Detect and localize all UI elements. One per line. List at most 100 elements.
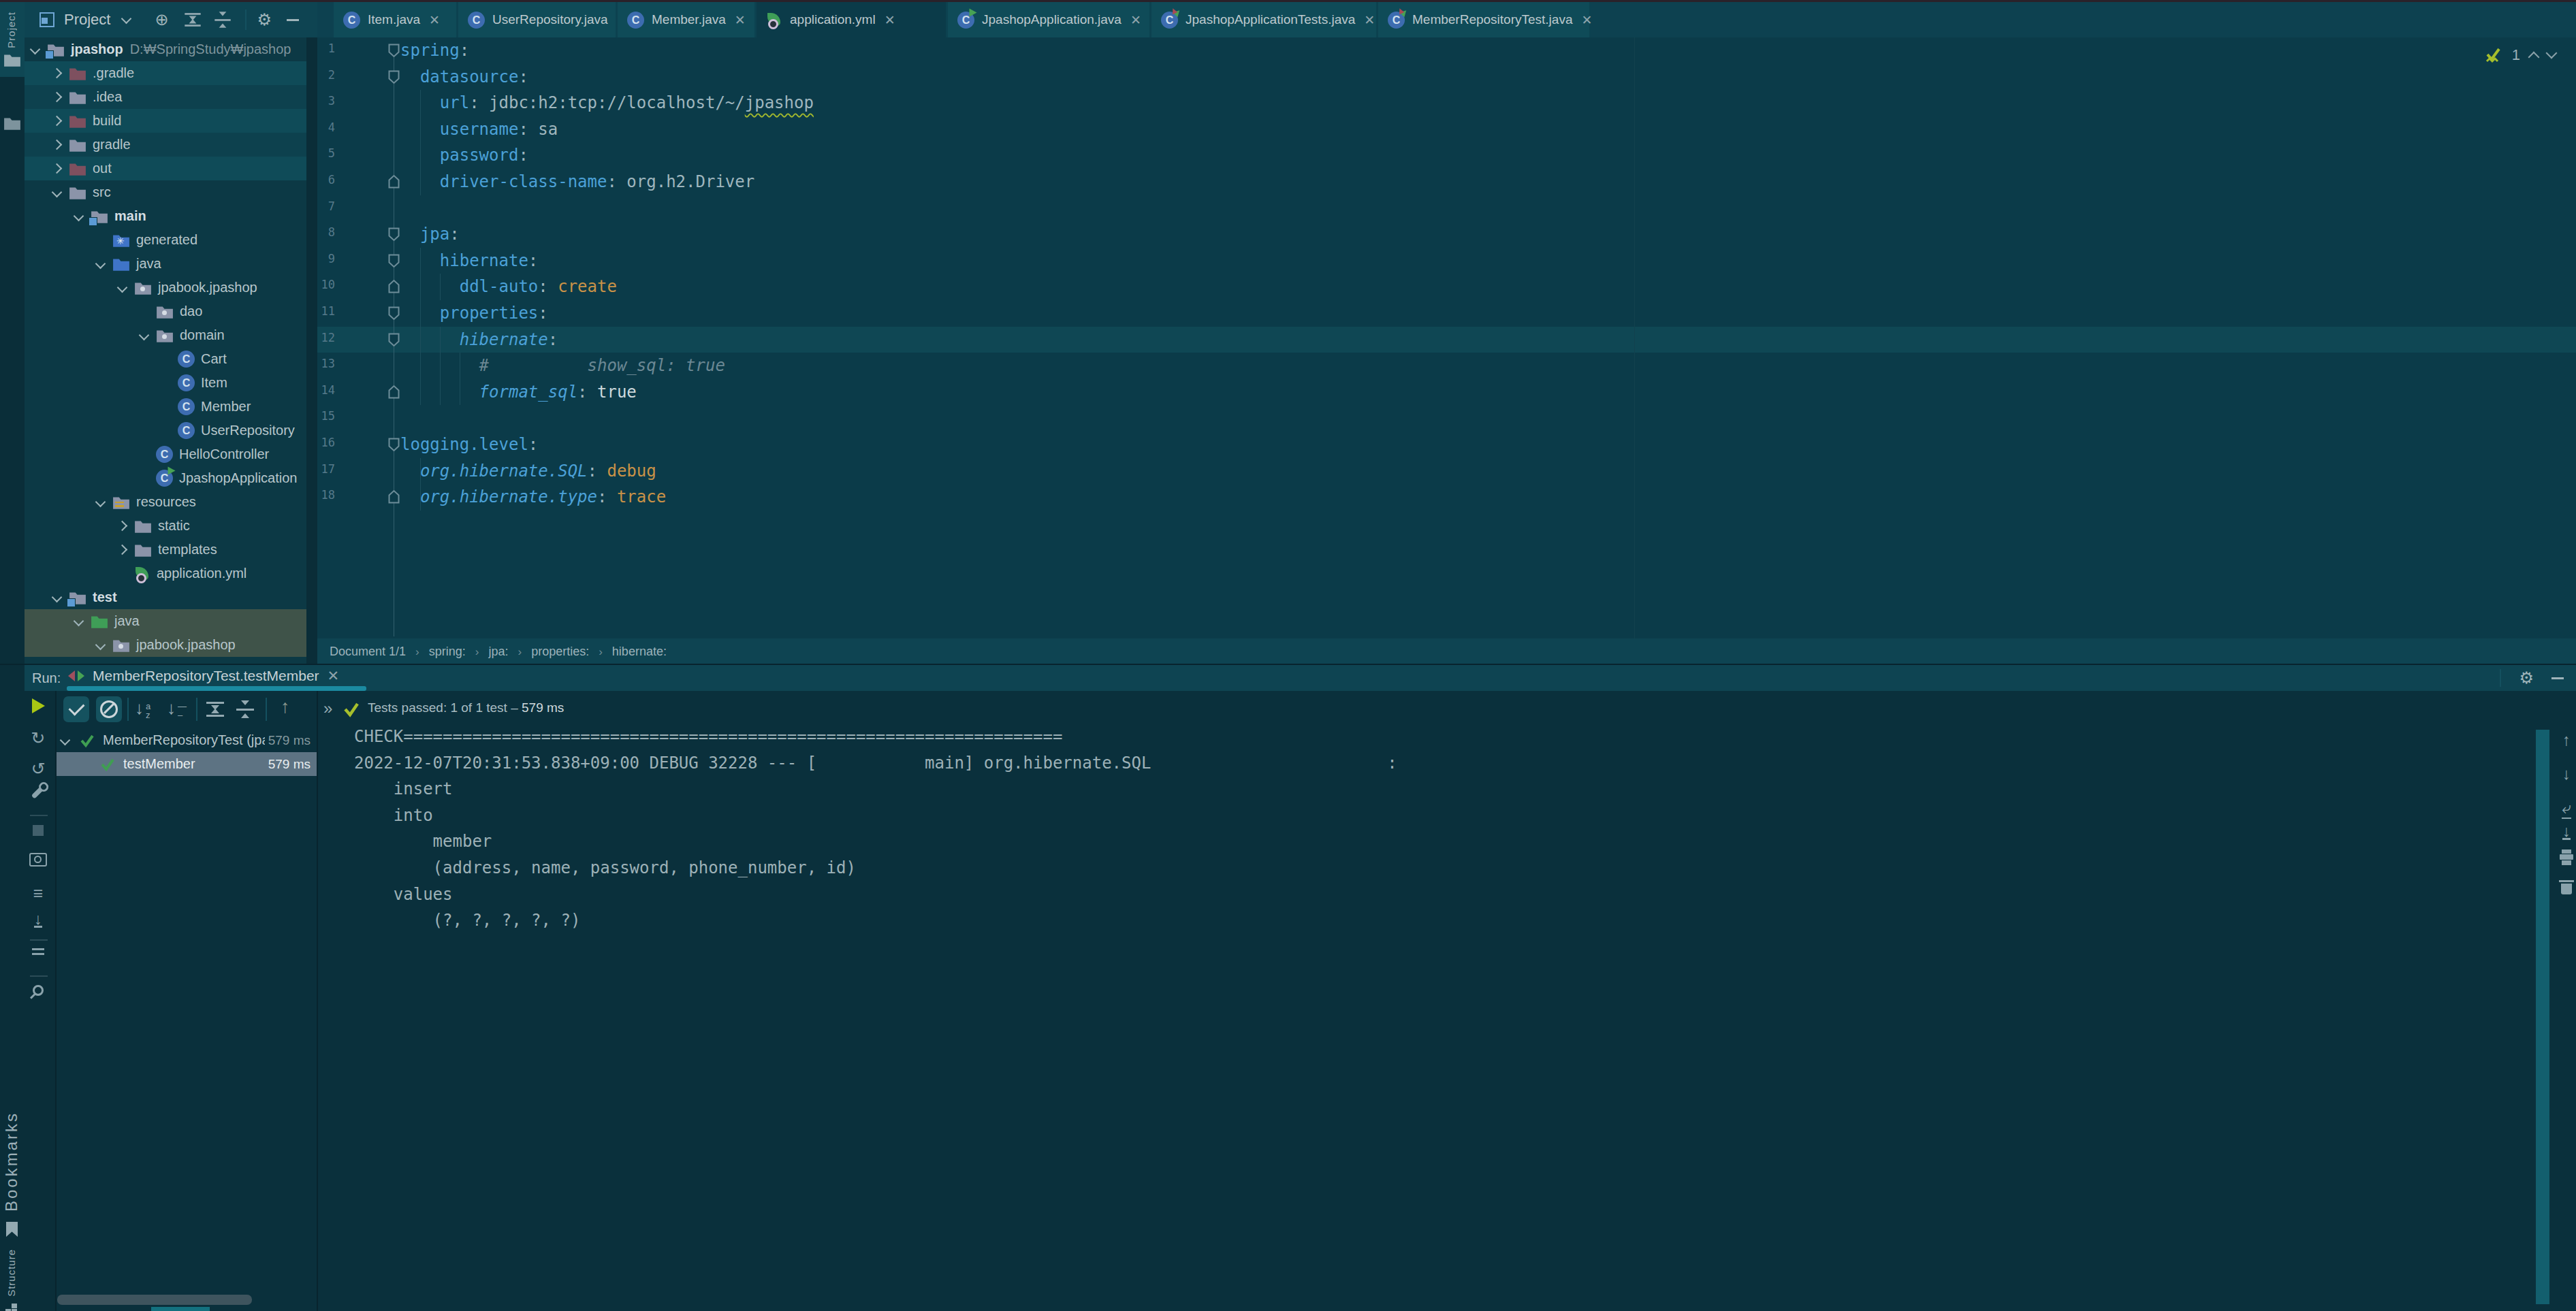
breadcrumb-item[interactable]: spring: [429,645,466,659]
project-tree-row-HelloController[interactable]: CHelloController [25,442,306,466]
project-tree-row-main[interactable]: main [25,204,306,228]
fold-close-icon[interactable] [387,174,400,192]
locate-icon[interactable]: ⊕ [155,10,168,29]
chevron-down-icon[interactable] [30,44,41,55]
run-console[interactable]: »Tests passed: 1 of 1 test – 579 msCHECK… [317,691,2576,1311]
fold-close-icon[interactable] [387,385,400,402]
fold-open-icon[interactable] [387,306,400,323]
project-tree-row-.idea[interactable]: .idea [25,85,306,109]
navigate-up-icon[interactable]: ↑ [281,696,290,717]
tab-close-icon[interactable]: ✕ [1130,12,1141,28]
rerun-failed-icon[interactable]: ↻ [25,728,52,748]
project-tree-row-build[interactable]: build [25,109,306,133]
chevron-down-icon[interactable] [95,259,106,270]
settings-wrench-icon[interactable] [25,790,52,794]
breadcrumb-item[interactable]: jpa: [488,645,508,659]
run-tab-close-icon[interactable]: ✕ [328,668,340,684]
stripe-button-bookmarks[interactable]: Bookmarks [0,1109,25,1242]
collapse-all-icon[interactable] [214,12,230,27]
project-tree-row-Item[interactable]: CItem [25,371,306,395]
expand-all-icon[interactable] [185,12,200,27]
editor-tab-UserRepository.java[interactable]: CUserRepository.java✕ [458,2,617,37]
stripe-secondary-folder-icon[interactable] [3,116,21,131]
project-tree-row-jpabook.jpashop[interactable]: jpabook.jpashop [25,633,306,657]
project-tree-row-.gradle[interactable]: .gradle [25,61,306,85]
chevron-down-icon[interactable] [60,735,71,746]
console-scrollbar[interactable] [2536,730,2549,1304]
expand-all-icon[interactable] [206,700,224,718]
tab-close-icon[interactable]: ✕ [885,12,895,28]
chevron-right-icon[interactable] [52,92,63,103]
chevron-right-icon[interactable] [117,521,128,532]
run-tab[interactable]: MemberRepositoryTest.testMember ✕ [68,665,339,686]
test-tree-row-testMember[interactable]: testMember579 ms [56,752,317,776]
project-tree-row-resources[interactable]: resources [25,490,306,514]
chevron-down-icon[interactable] [74,616,84,627]
project-tree-row-JpashopApplication[interactable]: CJpashopApplication [25,466,306,490]
fold-close-icon[interactable] [387,279,400,297]
project-tree-row-java[interactable]: java [25,609,306,633]
import-tests-icon[interactable]: ↓ [25,912,52,928]
inspections-widget[interactable]: 1 [2483,46,2556,65]
sort-alphabetically-icon[interactable]: ↓az [135,698,144,719]
chevron-right-icon[interactable] [52,68,63,79]
panel-divider[interactable] [306,37,317,665]
project-tree-row-UserRepository[interactable]: CUserRepository [25,419,306,442]
fold-open-icon[interactable] [387,43,400,61]
editor-tab-JpashopApplication.java[interactable]: CJpashopApplication.java✕ [948,2,1151,37]
run-settings-gear-icon[interactable]: ⚙ [2519,668,2534,687]
more-icon[interactable]: » [323,699,332,718]
project-tree-row-src[interactable]: src [25,180,306,204]
print-icon[interactable] [2555,854,2576,860]
scroll-to-end-icon[interactable]: ↓ [2555,824,2576,840]
editor-pane[interactable]: 1spring:2 datasource:3 url: jdbc:h2:tcp:… [317,37,2576,638]
show-passed-button[interactable] [63,696,89,722]
tab-close-icon[interactable]: ✕ [429,12,440,28]
chevron-down-icon[interactable] [74,211,84,222]
run-splitter[interactable] [0,664,2576,665]
project-tree-row-java[interactable]: java [25,252,306,276]
tab-close-icon[interactable]: ✕ [735,12,746,28]
project-tree-row-domain[interactable]: domain [25,323,306,347]
editor-tab-application.yml[interactable]: application.yml✕ [757,2,947,37]
chevron-down-icon[interactable] [52,592,63,603]
fold-open-icon[interactable] [387,437,400,455]
run-panel-divider[interactable] [317,691,318,1311]
chevron-down-icon[interactable] [95,497,106,508]
hide-icon[interactable] [287,19,299,21]
project-tree-row-dao[interactable]: dao [25,300,306,323]
editor-tab-Item.java[interactable]: CItem.java✕ [334,2,458,37]
filter-icon[interactable]: ≡ [25,884,52,903]
fold-open-icon[interactable] [387,332,400,350]
breadcrumb-item[interactable]: Document 1/1 [330,645,406,659]
fold-close-icon[interactable] [387,489,400,507]
prev-problem-icon[interactable] [2528,52,2540,63]
project-tree-row-static[interactable]: static [25,514,306,538]
editor-tab-Member.java[interactable]: CMember.java✕ [618,2,756,37]
project-header-title[interactable]: Project [64,11,110,29]
clear-all-icon[interactable] [2555,880,2576,894]
chevron-right-icon[interactable] [52,140,63,150]
tab-close-icon[interactable]: ✕ [1581,12,1592,28]
project-tree-row-jpashop[interactable]: jpashopD:₩SpringStudy₩jpashop [25,37,306,61]
settings-gear-icon[interactable]: ⚙ [257,10,272,29]
soft-wrap-icon[interactable]: ⤶ [2555,798,2576,819]
chevron-down-icon[interactable] [117,282,128,293]
stop-icon[interactable] [25,825,52,836]
test-tree-row-MemberRepositoryTest (jpab[interactable]: MemberRepositoryTest (jpab579 ms [56,728,317,752]
editor-tab-MemberRepositoryTest.java[interactable]: CMemberRepositoryTest.java✕ [1378,2,1591,37]
fold-open-icon[interactable] [387,69,400,87]
tree-hscrollbar[interactable] [57,1295,252,1305]
project-tree-row-out[interactable]: out [25,157,306,180]
pin-icon[interactable] [25,985,52,996]
project-tree-row-test[interactable]: test [25,585,306,609]
fold-open-icon[interactable] [387,253,400,271]
console-hscrollbar[interactable] [151,1307,210,1311]
stripe-button-project[interactable]: Project [0,2,25,77]
project-tree-row-jpabook.jpashop[interactable]: jpabook.jpashop [25,276,306,300]
project-tree-row-application.yml[interactable]: application.yml [25,562,306,585]
editor-tab-JpashopApplicationTests.java[interactable]: CJpashopApplicationTests.java✕ [1151,2,1378,37]
project-tree-row-Cart[interactable]: CCart [25,347,306,371]
dropdown-chevron-icon[interactable] [121,13,132,24]
chevron-down-icon[interactable] [52,187,63,198]
